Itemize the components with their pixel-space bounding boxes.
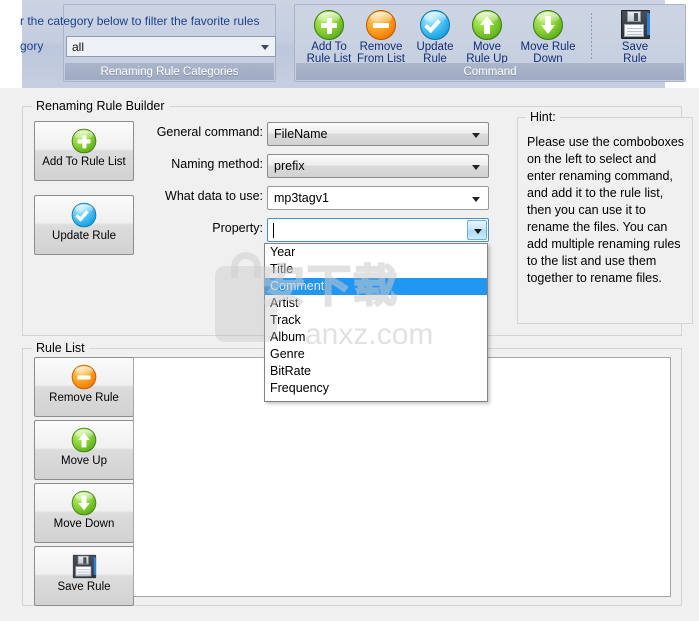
category-combobox-value: all: [72, 40, 85, 54]
groupbox-renaming-rule-builder-title: Renaming Rule Builder: [32, 99, 169, 113]
add-to-rule-list-button[interactable]: Add To Rule List: [34, 121, 134, 181]
label-line1: Update: [416, 41, 454, 53]
check-circle-icon: [419, 9, 451, 40]
hint-text: Please use the comboboxes on the left to…: [527, 135, 685, 285]
ribbon-button-add-to-rule-list[interactable]: Add To Rule List: [301, 9, 357, 65]
plus-circle-icon: [313, 9, 345, 40]
check-circle-icon: [71, 202, 97, 228]
ribbon-left-gap: [0, 0, 22, 85]
save-rule-button[interactable]: Save Rule: [34, 546, 134, 606]
naming-method-combobox[interactable]: prefix: [267, 154, 489, 178]
label-line1: Move: [472, 41, 502, 53]
minus-circle-icon: [71, 364, 97, 390]
property-label: Property:: [212, 221, 263, 235]
chevron-down-icon: [472, 133, 480, 138]
what-data-to-use-label: What data to use:: [165, 189, 263, 203]
general-command-value: FileName: [274, 127, 328, 141]
property-dropdown-popup[interactable]: Year Title Comment Artist Track Album Genre Bit…: [264, 243, 488, 402]
ribbon-bar: r the category below to filter the favor…: [20, 0, 686, 90]
ribbon-button-remove-from-list-label: Remove From List: [351, 41, 411, 65]
property-option-artist[interactable]: Artist: [265, 295, 487, 312]
add-to-rule-list-button-label: Add To Rule List: [42, 156, 126, 168]
property-option-title[interactable]: Title: [265, 261, 487, 278]
label-line1: Move Rule: [520, 41, 576, 53]
general-command-label: General command:: [156, 125, 263, 139]
groupbox-hint-title: Hint:: [526, 110, 560, 124]
general-command-combobox[interactable]: FileName: [267, 122, 489, 146]
naming-method-label: Naming method:: [171, 157, 263, 171]
remove-rule-button[interactable]: Remove Rule: [34, 357, 134, 417]
remove-rule-button-label: Remove Rule: [49, 392, 119, 404]
property-option-comment[interactable]: Comment: [265, 278, 487, 295]
category-filter-row: gory all: [20, 36, 278, 57]
ribbon-button-move-rule-up[interactable]: Move Rule Up: [459, 9, 515, 65]
move-down-button[interactable]: Move Down: [34, 483, 134, 543]
ribbon-group-command: Add To Rule List Remove From List Update…: [294, 4, 686, 82]
ribbon-button-add-to-rule-list-label: Add To Rule List: [299, 41, 359, 65]
chevron-down-icon: [472, 197, 480, 202]
label-line1: Save: [621, 41, 649, 53]
naming-method-value: prefix: [274, 159, 305, 173]
ribbon-group-categories: r the category below to filter the favor…: [20, 4, 276, 82]
ribbon-button-move-rule-up-label: Move Rule Up: [457, 41, 517, 65]
what-data-to-use-value: mp3tagv1: [274, 191, 329, 205]
ribbon-button-remove-from-list[interactable]: Remove From List: [353, 9, 409, 65]
field-row-property: Property:: [163, 218, 263, 242]
label-line1: Remove: [359, 41, 403, 53]
category-combobox[interactable]: all: [66, 36, 276, 57]
ribbon-group-command-title: Command: [296, 63, 684, 80]
property-option-album[interactable]: Album: [265, 329, 487, 346]
property-option-frequency[interactable]: Frequency: [265, 380, 487, 397]
field-row-what-data-to-use: What data to use:: [133, 186, 263, 210]
floppy-disk-icon: [72, 554, 97, 579]
groupbox-hint: Hint: Please use the comboboxes on the l…: [517, 110, 693, 324]
field-row-general-command: General command:: [143, 122, 263, 146]
update-rule-button-label: Update Rule: [52, 230, 116, 242]
save-rule-button-label: Save Rule: [57, 581, 111, 593]
move-up-button[interactable]: Move Up: [34, 420, 134, 480]
move-up-button-label: Move Up: [60, 455, 108, 467]
ribbon-button-move-rule-down[interactable]: Move Rule Down: [513, 9, 583, 65]
move-down-button-label: Move Down: [53, 518, 115, 530]
ribbon-group-categories-title: Renaming Rule Categories: [65, 63, 274, 80]
plus-circle-icon: [71, 128, 97, 154]
text-caret: [273, 223, 274, 238]
ribbon-button-update-rule-label: Update Rule: [405, 41, 465, 65]
update-rule-button[interactable]: Update Rule: [34, 195, 134, 255]
chevron-down-icon: [261, 45, 269, 50]
property-option-bitrate[interactable]: BitRate: [265, 363, 487, 380]
arrow-down-circle-icon: [532, 9, 564, 40]
minus-circle-icon: [365, 9, 397, 40]
groupbox-rule-list-title: Rule List: [32, 341, 89, 355]
ribbon-separator: [591, 13, 592, 61]
property-combobox-dropdown-button[interactable]: [467, 220, 487, 240]
arrow-up-circle-icon: [71, 427, 97, 453]
application-window: r the category below to filter the favor…: [0, 0, 699, 621]
chevron-down-icon: [472, 165, 480, 170]
ribbon-button-save-rule-label: Save Rule: [605, 41, 665, 65]
property-option-year[interactable]: Year: [265, 244, 487, 261]
ribbon-button-move-rule-down-label: Move Rule Down: [511, 41, 585, 65]
category-filter-description: r the category below to filter the favor…: [20, 14, 260, 28]
floppy-disk-icon: [620, 9, 651, 39]
field-row-naming-method: Naming method:: [143, 154, 263, 178]
what-data-to-use-combobox[interactable]: mp3tagv1: [267, 186, 489, 210]
label-line1: Add To: [311, 41, 347, 53]
property-option-track[interactable]: Track: [265, 312, 487, 329]
ribbon-button-save-rule[interactable]: Save Rule: [607, 9, 663, 65]
ribbon-button-update-rule[interactable]: Update Rule: [407, 9, 463, 65]
chevron-down-icon: [474, 229, 482, 234]
arrow-up-circle-icon: [471, 9, 503, 40]
property-option-genre[interactable]: Genre: [265, 346, 487, 363]
arrow-down-circle-icon: [71, 490, 97, 516]
category-label: gory: [20, 39, 44, 53]
property-combobox[interactable]: [267, 218, 489, 242]
